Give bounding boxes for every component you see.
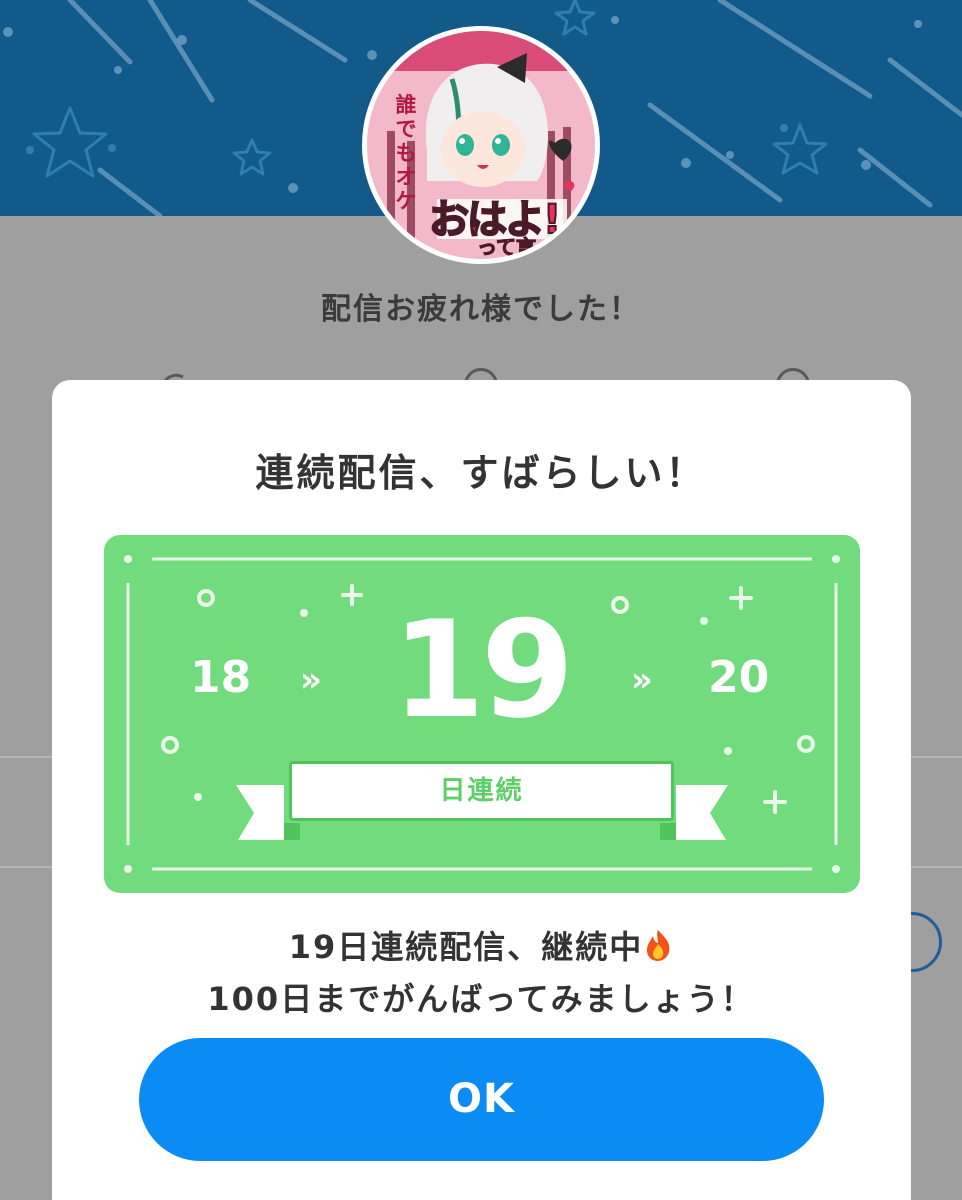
avatar-vertical-text: 誰でもオケ (395, 93, 417, 213)
avatar-artwork: 誰でもオケ おはよ! って言っ (367, 31, 595, 259)
streak-message-line2: 100日までがんばってみましょう！ (207, 980, 755, 1018)
ok-button[interactable]: OK (139, 1038, 824, 1161)
fire-icon (647, 930, 670, 961)
streak-message-text: 19日連続配信、継続中 (288, 928, 644, 966)
streak-ribbon-label: 日連続 (289, 761, 674, 821)
streamer-avatar: 誰でもオケ おはよ! って言っ (362, 26, 600, 264)
stream-finished-title: 配信お疲れ様でした！ (321, 292, 641, 327)
double-chevron-right-icon: » (631, 660, 653, 700)
streak-next-day: 20 (708, 652, 770, 703)
modal-title: 連続配信、すばらしい！ (255, 451, 707, 495)
avatar-subtext: って言っ (477, 235, 557, 260)
streak-message-line1: 19日連続配信、継続中 (0, 922, 962, 968)
streak-current-day: 19 (391, 592, 574, 748)
